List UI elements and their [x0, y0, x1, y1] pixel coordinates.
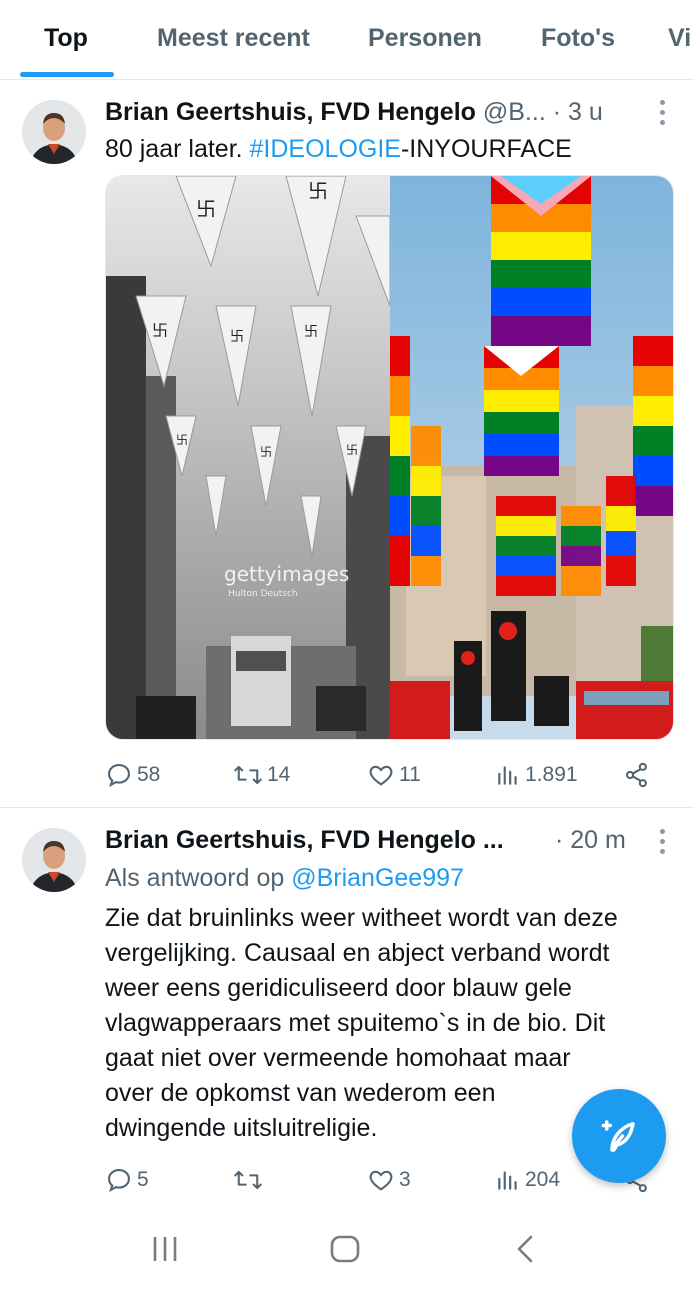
views-button[interactable]: 204 — [495, 1165, 560, 1195]
svg-text:卐: 卐 — [152, 321, 168, 340]
retweet-count: 14 — [267, 763, 291, 786]
reply-icon — [108, 764, 130, 788]
views-button[interactable]: 1.891 — [495, 760, 578, 790]
tweet-actions: 58 14 11 1.891 — [105, 760, 665, 790]
more-icon[interactable] — [660, 829, 666, 859]
watermark-text: gettyimages — [224, 562, 349, 586]
like-count: 3 — [399, 1168, 411, 1191]
tweet[interactable]: Brian Geertshuis, FVD Hengelo @B... · 3 … — [0, 80, 694, 808]
like-button[interactable]: 3 — [367, 1165, 411, 1195]
like-button[interactable]: 11 — [367, 760, 421, 790]
recent-apps-button[interactable] — [150, 1234, 180, 1269]
tweet-time[interactable]: · 3 u — [553, 98, 603, 126]
tweet-text-suffix: -INYOURFACE — [400, 135, 572, 163]
tab-fotos[interactable]: Foto's — [541, 24, 615, 53]
tweet-header: Brian Geertshuis, FVD Hengelo ... — [105, 826, 504, 855]
tweet-text-line: Zie dat bruinlinks weer witheet wordt va… — [105, 904, 618, 932]
tweet-image[interactable]: 卐 卐 卐 卐 卐 卐 卐 卐 gettyimages Hulton Deuts… — [105, 175, 674, 740]
back-icon — [517, 1235, 533, 1263]
like-count: 11 — [399, 763, 421, 786]
tab-videos[interactable]: Vi — [668, 24, 691, 53]
reply-context: Als antwoord op @BrianGee997 — [105, 861, 680, 896]
tweet-header: Brian Geertshuis, FVD Hengelo @B... · 3 … — [105, 98, 603, 127]
svg-text:卐: 卐 — [260, 445, 272, 459]
svg-text:卐: 卐 — [346, 443, 358, 457]
reply-mention-link[interactable]: @BrianGee997 — [291, 864, 464, 892]
like-icon — [369, 765, 393, 786]
back-button[interactable] — [513, 1234, 539, 1269]
tweet-text-line: vergelijking. Causaal en abject verband … — [105, 939, 610, 967]
svg-text:卐: 卐 — [304, 324, 318, 340]
share-icon — [625, 762, 647, 788]
tweet-text-plain: 80 jaar later. — [105, 135, 250, 163]
compose-button[interactable] — [572, 1089, 666, 1183]
author-name[interactable]: Brian Geertshuis, FVD Hengelo — [105, 98, 476, 126]
reply-icon — [108, 1169, 130, 1193]
views-icon — [498, 766, 517, 785]
author-handle[interactable]: @B... — [483, 98, 546, 126]
tab-top[interactable]: Top — [44, 24, 88, 53]
reply-button[interactable]: 5 — [105, 1165, 149, 1195]
tweet-text-line: vlagwapperaars met spuitemo`s in de bio.… — [105, 1009, 606, 1037]
compose-icon — [601, 1120, 635, 1152]
more-icon[interactable] — [660, 100, 666, 130]
avatar[interactable] — [22, 100, 86, 164]
system-navigation-bar — [0, 1212, 694, 1290]
views-count: 1.891 — [525, 763, 578, 786]
tweet-actions: 5 3 204 — [105, 1165, 665, 1195]
share-button[interactable] — [623, 760, 655, 790]
home-button[interactable] — [329, 1234, 361, 1269]
author-name[interactable]: Brian Geertshuis, FVD Hengelo ... — [105, 826, 504, 854]
tweet-text-line: gaat niet over vermeende homohaat maar — [105, 1044, 571, 1072]
watermark-credit: Hulton Deutsch — [228, 589, 298, 599]
views-count: 204 — [525, 1168, 561, 1191]
retweet-button[interactable]: 14 — [233, 760, 290, 790]
svg-text:卐: 卐 — [230, 329, 244, 345]
svg-text:卐: 卐 — [308, 179, 328, 203]
reply-prefix: Als antwoord op — [105, 864, 292, 892]
tweet-time[interactable]: · 20 m — [555, 826, 626, 854]
home-icon — [330, 1235, 360, 1263]
tweet-time-wrap: · 20 m — [555, 826, 626, 855]
recent-apps-icon — [153, 1237, 177, 1261]
reply-count: 5 — [137, 1168, 149, 1191]
svg-text:卐: 卐 — [196, 197, 216, 221]
svg-text:卐: 卐 — [176, 433, 188, 447]
like-icon — [369, 1170, 393, 1191]
tab-meest-recent[interactable]: Meest recent — [157, 24, 310, 53]
tweet-text-line: weer eens geridiculiseerd door blauw gel… — [105, 974, 572, 1002]
active-tab-indicator — [20, 72, 114, 77]
tab-personen[interactable]: Personen — [368, 24, 482, 53]
reply-button[interactable]: 58 — [105, 760, 160, 790]
views-icon — [498, 1171, 517, 1190]
tab-bar: Top Meest recent Personen Foto's Vi — [0, 0, 694, 80]
avatar[interactable] — [22, 828, 86, 892]
hashtag-link[interactable]: #IDEOLOGIE — [250, 135, 401, 163]
retweet-icon — [234, 1170, 262, 1190]
retweet-icon — [234, 765, 262, 785]
retweet-button[interactable] — [233, 1165, 267, 1195]
tweet-text: 80 jaar later. #IDEOLOGIE-INYOURFACE — [105, 132, 680, 167]
reply-count: 58 — [137, 763, 161, 786]
